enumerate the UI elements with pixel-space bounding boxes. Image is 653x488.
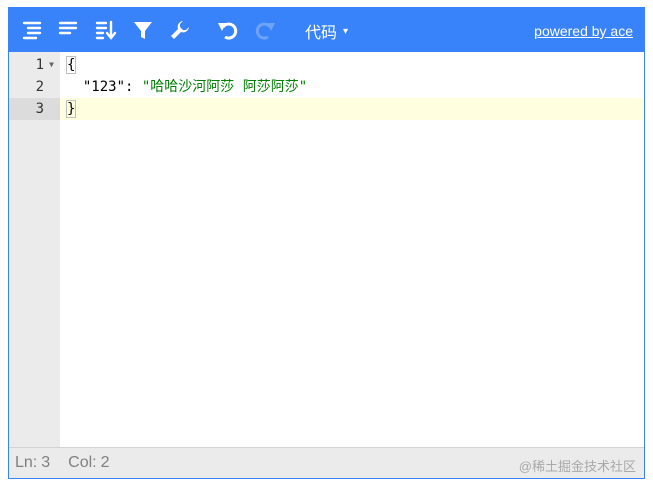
filter-button[interactable] [130, 17, 156, 43]
column-value: 2 [100, 454, 110, 471]
close-brace: } [66, 100, 77, 118]
sort-icon [95, 20, 117, 40]
status-bar: Ln: 3 Col: 2 @稀土掘金技术社区 [9, 447, 644, 478]
repair-button[interactable] [167, 17, 193, 43]
redo-button[interactable] [252, 17, 278, 43]
undo-button[interactable] [215, 17, 241, 43]
gutter-line: 1 ▼ [9, 54, 60, 76]
column-label: Col: [68, 454, 97, 471]
format-icon [22, 21, 42, 40]
json-key: "123" [82, 79, 126, 95]
editor-toolbar: 代码 ▾ powered by ace [9, 8, 644, 52]
line-value: 3 [41, 454, 51, 471]
fold-icon[interactable]: ▼ [49, 54, 54, 76]
code-area[interactable]: { "123": "哈哈沙河阿莎 阿莎阿莎" } [60, 52, 644, 447]
vertical-scrollbar[interactable] [636, 52, 644, 447]
open-brace: { [66, 56, 77, 74]
watermark: @稀土掘金技术社区 [518, 459, 636, 474]
line-number: 3 [35, 101, 44, 117]
compact-icon [58, 21, 78, 35]
wrench-icon [171, 21, 189, 39]
filter-icon [134, 22, 152, 39]
line-number: 1 [35, 57, 44, 73]
mode-label: 代码 [305, 25, 338, 42]
code-line: { [60, 54, 644, 76]
format-button[interactable] [19, 17, 45, 43]
powered-by-ace-link[interactable]: powered by ace [534, 23, 633, 39]
line-label: Ln: [15, 454, 38, 471]
gutter-line: 2 [9, 76, 60, 98]
code-line-active: } [60, 98, 644, 120]
mode-selector[interactable]: 代码 ▾ [305, 19, 348, 43]
undo-icon [218, 22, 238, 40]
redo-icon [255, 22, 275, 40]
caret-down-icon: ▾ [343, 25, 349, 37]
compact-button[interactable] [55, 17, 81, 43]
code-line: "123": "哈哈沙河阿莎 阿莎阿莎" [60, 76, 644, 98]
gutter-line-active: 3 [9, 98, 60, 120]
line-gutter: 1 ▼ 2 3 [9, 52, 60, 447]
json-string-value: "哈哈沙河阿莎 阿莎阿莎" [141, 79, 308, 95]
json-colon: : [125, 79, 142, 95]
json-editor: 代码 ▾ powered by ace 1 ▼ 2 3 { "123": "哈哈… [8, 7, 645, 479]
sort-button[interactable] [93, 17, 119, 43]
line-number: 2 [35, 79, 44, 95]
